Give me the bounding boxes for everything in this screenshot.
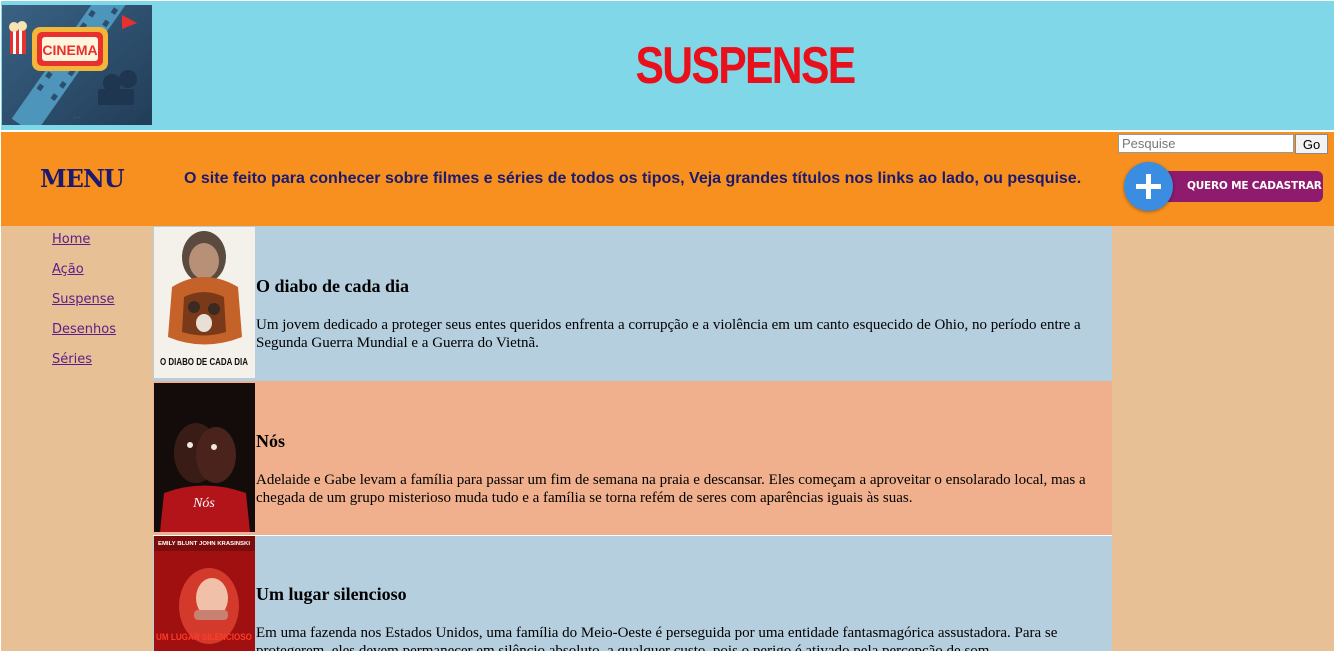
movie-row: O DIABO DE CADA DIA O diabo de cada dia … bbox=[153, 226, 1112, 381]
movie-description: Adelaide e Gabe levam a família para pas… bbox=[256, 472, 1086, 506]
movie-row: EMILY BLUNT JOHN KRASINSKI UM LUGAR SILE… bbox=[153, 536, 1112, 651]
search-input[interactable] bbox=[1118, 134, 1294, 153]
page: CINEMA · · · SUSPENSE MENU O site feito … bbox=[0, 0, 1336, 651]
movie-poster[interactable]: Nós bbox=[154, 383, 255, 532]
poster-title: Nós bbox=[192, 496, 215, 511]
poster-title: O DIABO DE CADA DIA bbox=[160, 357, 248, 368]
movie-title: O diabo de cada dia bbox=[256, 276, 410, 296]
right-panel bbox=[1112, 226, 1334, 651]
poster-title: UM LUGAR SILENCIOSO bbox=[156, 632, 252, 642]
poster-names: EMILY BLUNT JOHN KRASINSKI bbox=[158, 541, 250, 547]
svg-text:CINEMA: CINEMA bbox=[42, 42, 97, 58]
movie-title: Nós bbox=[256, 431, 286, 451]
plus-icon bbox=[1136, 174, 1161, 199]
movie-row: Nós Nós Adelaide e Gabe levam a família … bbox=[153, 381, 1112, 535]
movie-title: Um lugar silencioso bbox=[256, 584, 407, 604]
signup-circle bbox=[1124, 162, 1173, 211]
signup-button[interactable]: QUERO ME CADASTRAR bbox=[1124, 161, 1324, 213]
movie-description: Um jovem dedicado a proteger seus entes … bbox=[256, 317, 1081, 351]
movie-description: Em uma fazenda nos Estados Unidos, uma f… bbox=[256, 625, 1058, 651]
go-button[interactable]: Go bbox=[1295, 134, 1328, 154]
menu-title: MENU bbox=[40, 164, 125, 193]
signup-label: QUERO ME CADASTRAR bbox=[1164, 171, 1323, 202]
movie-poster[interactable]: O DIABO DE CADA DIA bbox=[154, 227, 255, 378]
svg-text:· · ·: · · · bbox=[74, 115, 80, 120]
page-title: SUSPENSE bbox=[635, 37, 856, 95]
sidebar bbox=[1, 226, 153, 651]
site-tagline: O site feito para conhecer sobre filmes … bbox=[184, 170, 1082, 187]
sidebar-item-series[interactable]: Séries bbox=[52, 352, 92, 367]
sidebar-item-home[interactable]: Home bbox=[52, 232, 90, 247]
sidebar-item-desenhos[interactable]: Desenhos bbox=[52, 322, 116, 337]
sidebar-item-acao[interactable]: Ação bbox=[52, 262, 84, 277]
sidebar-item-suspense[interactable]: Suspense bbox=[52, 292, 115, 307]
movie-poster[interactable]: EMILY BLUNT JOHN KRASINSKI UM LUGAR SILE… bbox=[154, 536, 255, 651]
cinema-logo-icon: CINEMA · · · bbox=[2, 5, 152, 125]
